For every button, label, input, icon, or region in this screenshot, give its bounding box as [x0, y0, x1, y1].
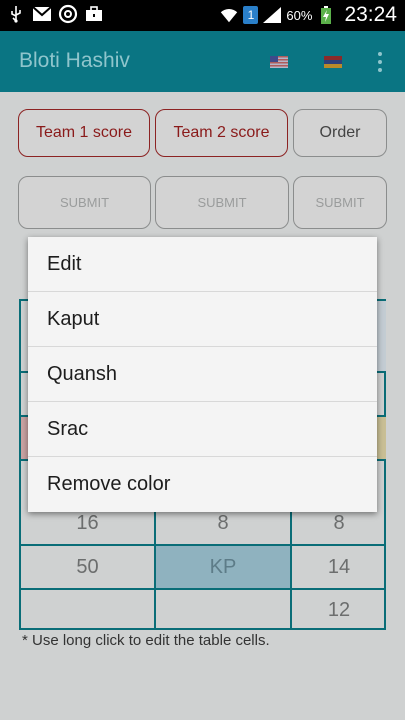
briefcase-icon: [84, 4, 104, 24]
gmail-icon: [32, 4, 52, 24]
battery-percent: 60%: [286, 7, 313, 23]
email-at-icon: [58, 4, 78, 24]
menu-item-quansh[interactable]: Quansh: [28, 347, 377, 402]
usb-icon: [6, 4, 26, 24]
clock: 23:24: [344, 3, 397, 26]
menu-item-srac[interactable]: Srac: [28, 402, 377, 457]
menu-item-remove-color[interactable]: Remove color: [28, 457, 377, 512]
menu-item-kaput[interactable]: Kaput: [28, 292, 377, 347]
status-bar: 1 60% 23:24: [0, 0, 405, 31]
context-menu: Edit Kaput Quansh Srac Remove color: [28, 237, 377, 512]
battery-charging-icon: [316, 5, 336, 25]
signal-icon: [262, 5, 282, 25]
notification-icons: [6, 4, 104, 24]
system-indicators: 1 60% 23:24: [219, 3, 397, 27]
sim-indicator: 1: [243, 6, 259, 24]
menu-item-edit[interactable]: Edit: [28, 237, 377, 292]
wifi-icon: [219, 5, 239, 25]
